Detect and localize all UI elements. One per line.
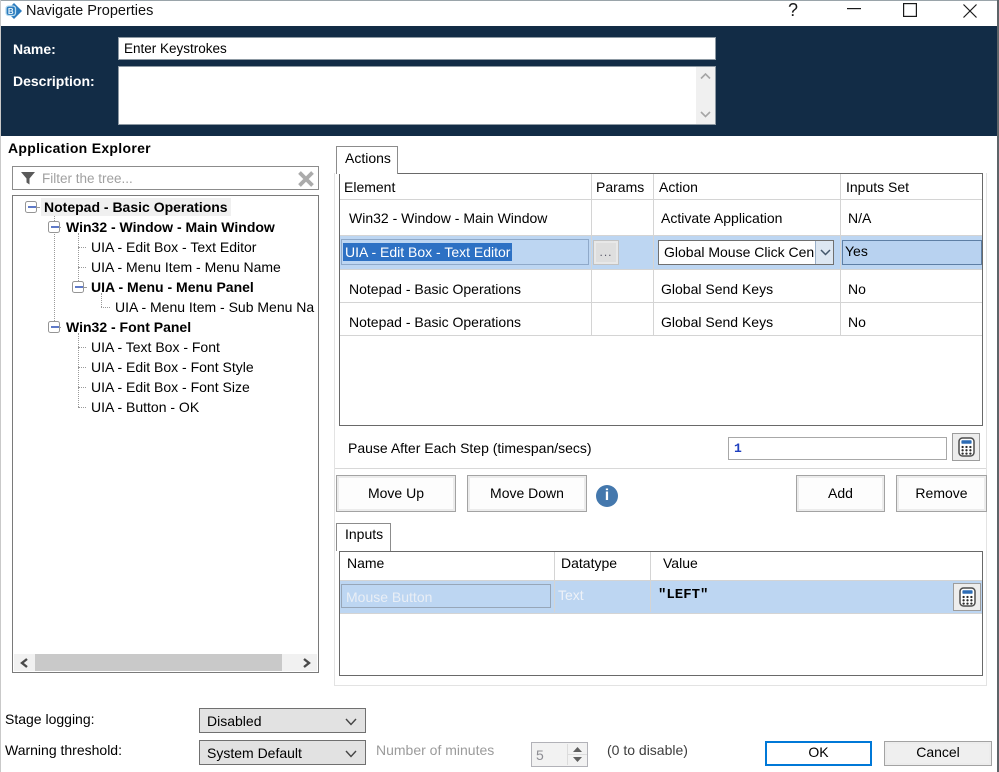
svg-text:B: B bbox=[8, 7, 14, 16]
